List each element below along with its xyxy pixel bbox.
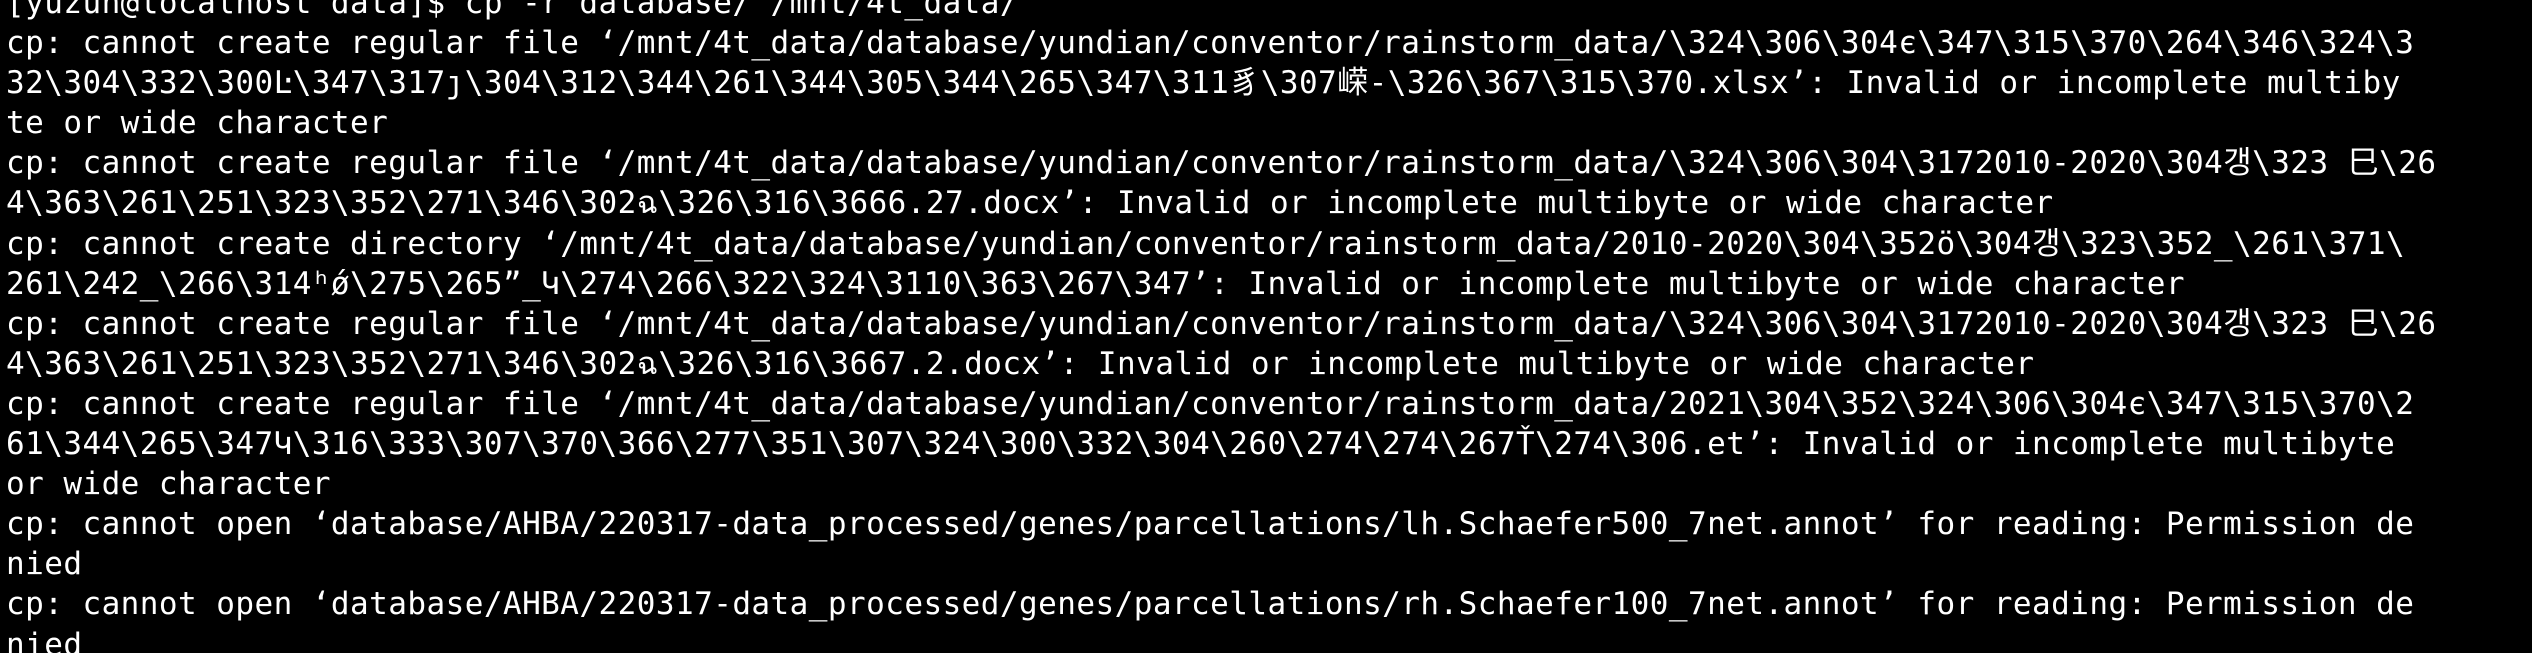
- terminal-line: cp: cannot open ‘database/AHBA/220317-da…: [6, 586, 2415, 623]
- terminal-line: cp: cannot create directory ‘/mnt/4t_dat…: [6, 225, 2406, 262]
- terminal-line: te or wide character: [6, 105, 389, 142]
- terminal-line: cp: cannot create regular file ‘/mnt/4t_…: [6, 145, 2437, 182]
- terminal-line: or wide character: [6, 466, 331, 503]
- terminal-line: 32\304\332\300Ŀ\347\317ȷ\304\312\344\261…: [6, 65, 2401, 102]
- terminal-window[interactable]: [yuzun@localhost data]$ cp -r database/ …: [0, 0, 2532, 653]
- terminal-line: cp: cannot open ‘database/AHBA/220317-da…: [6, 506, 2415, 543]
- terminal-line: cp: cannot create regular file ‘/mnt/4t_…: [6, 385, 2415, 422]
- terminal-line: cp: cannot create regular file ‘/mnt/4t_…: [6, 25, 2415, 62]
- terminal-line: cp: cannot create regular file ‘/mnt/4t_…: [6, 305, 2437, 342]
- terminal-line: 61\344\265\347Կ\316\333\307\370\366\277\…: [6, 426, 2396, 463]
- terminal-line: [yuzun@localhost data]$ cp -r database/ …: [6, 0, 1020, 21]
- terminal-output: [yuzun@localhost data]$ cp -r database/ …: [6, 0, 2532, 653]
- terminal-line: 4\363\261\251\323\352\271\346\302ฉ\326\3…: [6, 185, 2054, 222]
- terminal-line: nied: [6, 626, 83, 653]
- terminal-line: nied: [6, 546, 83, 583]
- terminal-line: 261\242_\266\314ʰǿ\275\265”_Կ\274\266\32…: [6, 265, 2185, 302]
- terminal-line: 4\363\261\251\323\352\271\346\302ฉ\326\3…: [6, 345, 2035, 382]
